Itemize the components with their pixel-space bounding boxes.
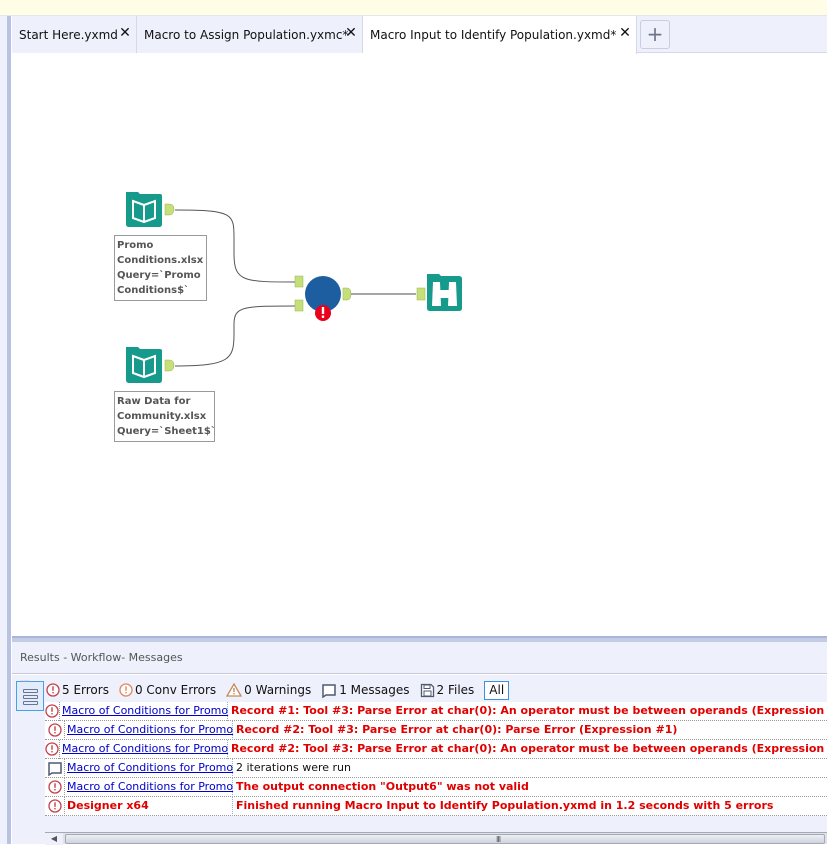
filter-label: 0 Conv Errors: [134, 683, 217, 697]
scroll-left-icon[interactable]: ◀: [45, 833, 63, 845]
output-anchor[interactable]: [164, 203, 175, 216]
close-icon[interactable]: ✕: [118, 26, 132, 40]
results-title: Results - Workflow- Messages: [20, 651, 183, 664]
error-icon: [46, 683, 60, 697]
tab-start-here[interactable]: Start Here.yxmd ✕: [12, 16, 137, 53]
tool-link[interactable]: Macro of Conditions for Promo: [65, 758, 233, 778]
output-anchor[interactable]: [164, 359, 175, 372]
input-anchor[interactable]: [416, 287, 426, 301]
message-icon: [321, 683, 337, 698]
filter-errors[interactable]: 5 Errors: [46, 683, 109, 697]
add-tab-button[interactable]: +: [640, 20, 670, 49]
connection-raw-to-macro[interactable]: [174, 305, 298, 367]
message-row[interactable]: Macro of Conditions for Promo 2 iteratio…: [45, 758, 827, 778]
error-icon: [45, 796, 65, 816]
error-icon: [45, 777, 65, 797]
input-raw-annotation: Raw Data for Community.xlsx Query=`Sheet…: [114, 391, 216, 442]
message-text: Finished running Macro Input to Identify…: [236, 799, 774, 812]
results-layout-button[interactable]: ······: [16, 677, 44, 711]
message-text: Record #2: Tool #3: Parse Error at char(…: [231, 742, 827, 755]
output-anchor[interactable]: [342, 287, 352, 301]
filter-label: 2 Files: [436, 683, 475, 697]
tool-link[interactable]: Macro of Conditions for Promo: [60, 701, 228, 721]
tab-label: Macro to Assign Population.yxmc*: [144, 27, 349, 42]
filter-label: 0 Warnings: [244, 683, 312, 697]
results-filter-bar: 5 Errors 0 Conv Errors 0 Warnings 1 Mess…: [46, 680, 519, 700]
tab-label: Macro Input to Identify Population.yxmd*: [370, 28, 617, 42]
tool-link[interactable]: Macro of Conditions for Promo: [65, 720, 233, 740]
message-row[interactable]: Designer x64 Finished running Macro Inpu…: [45, 796, 827, 816]
workflow-canvas[interactable]: Promo Conditions.xlsx Query=`Promo Condi…: [12, 54, 827, 636]
results-message-list: Macro of Conditions for Promo Record #1:…: [45, 701, 827, 816]
filter-all[interactable]: All: [484, 680, 510, 700]
list-view-icon: [23, 689, 38, 707]
message-icon: [45, 758, 65, 778]
close-icon[interactable]: ✕: [618, 26, 632, 40]
file-icon: [420, 683, 435, 698]
scrollbar-thumb[interactable]: III: [65, 834, 825, 844]
error-icon: [45, 739, 60, 759]
message-text: The output connection "Output6" was not …: [236, 780, 529, 793]
tool-name: Designer x64: [65, 796, 233, 816]
error-icon: [45, 701, 60, 721]
macro-tool[interactable]: [294, 275, 352, 321]
input-promo-annotation: Promo Conditions.xlsx Query=`Promo Condi…: [114, 235, 207, 301]
results-panel: ······ 5 Errors 0 Conv Errors 0 Warnings…: [12, 675, 827, 845]
tab-macro-assign-population[interactable]: Macro to Assign Population.yxmc* ✕: [137, 16, 363, 53]
input-tool-raw-data[interactable]: [126, 347, 175, 383]
filter-label: 1 Messages: [339, 683, 410, 697]
browse-tool[interactable]: [416, 274, 462, 311]
grip-icon: III: [496, 835, 501, 844]
filter-label: All: [489, 683, 505, 697]
message-row[interactable]: Macro of Conditions for Promo Record #2:…: [45, 739, 827, 759]
notification-bar: [0, 0, 827, 16]
warning-icon: [226, 683, 243, 697]
filter-conv-errors[interactable]: 0 Conv Errors: [119, 683, 216, 697]
message-text: 2 iterations were run: [236, 761, 351, 774]
document-tab-bar: Start Here.yxmd ✕ Macro to Assign Popula…: [12, 16, 827, 54]
horizontal-scrollbar[interactable]: ◀ III: [45, 832, 827, 845]
input-tool-promo[interactable]: [126, 192, 175, 227]
input-anchor-1[interactable]: [294, 275, 304, 288]
message-row[interactable]: Macro of Conditions for Promo The output…: [45, 777, 827, 797]
error-icon: [45, 720, 65, 740]
filter-files[interactable]: 2 Files: [420, 683, 475, 698]
tab-label: Start Here.yxmd: [19, 27, 118, 42]
results-header: Results - Workflow- Messages: [12, 642, 827, 674]
message-row[interactable]: Macro of Conditions for Promo Record #1:…: [45, 701, 827, 721]
input-anchor-2[interactable]: [294, 299, 304, 312]
workflow-graph: [126, 192, 462, 383]
filter-label: 5 Errors: [62, 683, 109, 697]
conv-error-icon: [119, 683, 133, 697]
tool-link[interactable]: Macro of Conditions for Promo: [60, 739, 228, 759]
message-row[interactable]: Macro of Conditions for Promo Record #2:…: [45, 720, 827, 740]
tab-macro-input-identify-population[interactable]: Macro Input to Identify Population.yxmd*…: [363, 16, 637, 54]
filter-warnings[interactable]: 0 Warnings: [226, 683, 311, 697]
close-icon[interactable]: ✕: [344, 26, 358, 40]
message-text: Record #1: Tool #3: Parse Error at char(…: [231, 704, 827, 717]
message-text: Record #2: Tool #3: Parse Error at char(…: [236, 723, 678, 736]
left-dock-gutter: [0, 16, 11, 844]
tool-link[interactable]: Macro of Conditions for Promo: [65, 777, 233, 797]
filter-messages[interactable]: 1 Messages: [321, 683, 410, 698]
